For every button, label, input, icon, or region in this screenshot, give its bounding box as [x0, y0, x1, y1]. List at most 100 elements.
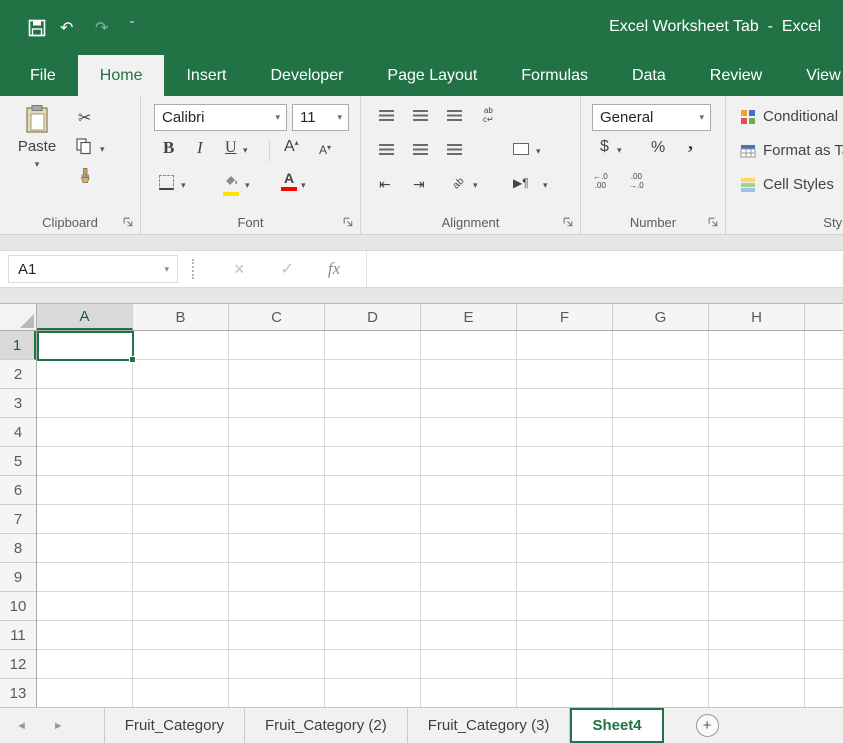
- alignment-dialog-launcher[interactable]: [562, 216, 575, 229]
- column-header-f[interactable]: F: [517, 304, 613, 330]
- fill-color-caret-icon[interactable]: ▾: [245, 180, 250, 191]
- ribbon-tab-file[interactable]: File: [8, 55, 78, 96]
- increase-indent-button[interactable]: ⇥: [413, 176, 425, 193]
- currency-caret-icon[interactable]: ▾: [617, 145, 622, 156]
- align-left-button[interactable]: [379, 144, 394, 155]
- ribbon-tab-developer[interactable]: Developer: [248, 55, 365, 96]
- underline-button[interactable]: U: [225, 139, 237, 157]
- underline-caret-icon[interactable]: ▾: [243, 145, 248, 156]
- redo-button[interactable]: ↷ ▾: [95, 18, 116, 38]
- cell-grid[interactable]: [37, 331, 843, 707]
- merge-center-caret-icon[interactable]: ▾: [536, 146, 541, 157]
- selection-box[interactable]: [37, 331, 134, 361]
- text-direction-button[interactable]: ▶¶: [513, 176, 529, 190]
- row-header-6[interactable]: 6: [0, 476, 36, 505]
- row-header-11[interactable]: 11: [0, 621, 36, 650]
- sheet-tab-fruit-category[interactable]: Fruit_Category: [104, 708, 245, 743]
- row-header-13[interactable]: 13: [0, 679, 36, 707]
- decrease-font-size-button[interactable]: A▾: [319, 141, 331, 159]
- ribbon-tab-data[interactable]: Data: [610, 55, 688, 96]
- cancel-button[interactable]: ×: [234, 259, 245, 280]
- ribbon-tab-view[interactable]: View: [784, 55, 843, 96]
- row-header-8[interactable]: 8: [0, 534, 36, 563]
- formula-input[interactable]: [366, 251, 843, 287]
- column-header-e[interactable]: E: [421, 304, 517, 330]
- format-painter-button[interactable]: [77, 168, 93, 189]
- clipboard-dialog-launcher[interactable]: [122, 216, 135, 229]
- font-color-caret-icon[interactable]: ▾: [301, 180, 306, 191]
- borders-caret-icon[interactable]: ▾: [181, 180, 186, 191]
- borders-button[interactable]: [159, 175, 174, 190]
- row-header-3[interactable]: 3: [0, 389, 36, 418]
- column-header-partial[interactable]: [805, 304, 843, 330]
- customize-qat-button[interactable]: ▾: [130, 21, 135, 35]
- decrease-decimal-button[interactable]: .00 →.0: [629, 172, 644, 190]
- align-right-button[interactable]: [447, 144, 462, 155]
- number-dialog-launcher[interactable]: [707, 216, 720, 229]
- text-direction-caret-icon[interactable]: ▾: [543, 180, 548, 191]
- decrease-indent-button[interactable]: ⇤: [379, 176, 391, 193]
- ribbon-tab-formulas[interactable]: Formulas: [499, 55, 610, 96]
- font-dialog-launcher[interactable]: [342, 216, 355, 229]
- row-header-2[interactable]: 2: [0, 360, 36, 389]
- fill-color-button[interactable]: [223, 173, 239, 196]
- font-name-combo[interactable]: Calibri ▾: [154, 104, 287, 131]
- comma-style-button[interactable]: ,: [688, 132, 693, 155]
- name-box-caret-icon[interactable]: ▾: [164, 264, 177, 275]
- insert-function-button[interactable]: fx: [328, 259, 340, 279]
- orientation-caret-icon[interactable]: ▾: [473, 180, 478, 191]
- sheet-tab-sheet4[interactable]: Sheet4: [570, 708, 663, 743]
- merge-center-button[interactable]: [513, 143, 529, 155]
- bold-button[interactable]: B: [163, 138, 174, 158]
- font-size-combo[interactable]: 11 ▾: [292, 104, 349, 131]
- column-header-d[interactable]: D: [325, 304, 421, 330]
- row-header-7[interactable]: 7: [0, 505, 36, 534]
- paste-button[interactable]: Paste ▾: [10, 104, 64, 170]
- middle-align-button[interactable]: [413, 110, 428, 121]
- ribbon-tab-page-layout[interactable]: Page Layout: [365, 55, 499, 96]
- enter-button[interactable]: ✓: [281, 259, 294, 279]
- sheet-tab-fruit-category-2[interactable]: Fruit_Category (2): [245, 708, 408, 743]
- column-header-b[interactable]: B: [133, 304, 229, 330]
- italic-button[interactable]: I: [197, 138, 203, 158]
- undo-caret-icon[interactable]: ▾: [76, 22, 81, 33]
- sheet-tab-fruit-category-3[interactable]: Fruit_Category (3): [408, 708, 571, 743]
- column-header-a[interactable]: A: [37, 304, 133, 330]
- font-color-button[interactable]: A: [281, 171, 297, 191]
- cell-styles-button[interactable]: Cell Styles: [740, 176, 834, 193]
- conditional-formatting-button[interactable]: Conditional Formatting: [740, 108, 843, 125]
- percent-style-button[interactable]: %: [651, 139, 665, 157]
- row-header-9[interactable]: 9: [0, 563, 36, 592]
- ribbon-tab-insert[interactable]: Insert: [164, 55, 248, 96]
- bottom-align-button[interactable]: [447, 110, 462, 121]
- new-sheet-button[interactable]: +: [696, 714, 719, 737]
- select-all-corner[interactable]: [0, 304, 37, 331]
- column-header-c[interactable]: C: [229, 304, 325, 330]
- ribbon-tab-review[interactable]: Review: [688, 55, 784, 96]
- row-header-1[interactable]: 1: [0, 331, 36, 360]
- number-format-combo[interactable]: General ▾: [592, 104, 711, 131]
- currency-button[interactable]: $: [600, 138, 609, 156]
- wrap-text-button[interactable]: ab c↵: [483, 106, 494, 124]
- column-header-g[interactable]: G: [613, 304, 709, 330]
- increase-decimal-button[interactable]: ←.0 .00: [593, 172, 608, 190]
- fill-handle[interactable]: [129, 356, 136, 363]
- column-header-h[interactable]: H: [709, 304, 805, 330]
- cut-button[interactable]: ✂: [78, 108, 91, 128]
- previous-sheet-icon[interactable]: ◄: [16, 720, 27, 732]
- top-align-button[interactable]: [379, 110, 394, 121]
- orientation-button[interactable]: ab: [451, 176, 467, 192]
- increase-font-size-button[interactable]: A▴: [284, 138, 299, 156]
- center-button[interactable]: [413, 144, 428, 155]
- name-box[interactable]: A1 ▾: [8, 255, 178, 283]
- save-icon[interactable]: [28, 19, 46, 37]
- row-header-12[interactable]: 12: [0, 650, 36, 679]
- copy-button[interactable]: [76, 138, 92, 160]
- row-header-5[interactable]: 5: [0, 447, 36, 476]
- next-sheet-icon[interactable]: ►: [53, 720, 64, 732]
- copy-caret-icon[interactable]: ▾: [100, 144, 105, 155]
- row-header-10[interactable]: 10: [0, 592, 36, 621]
- formula-bar-resize-handle[interactable]: [192, 259, 194, 279]
- format-as-table-button[interactable]: Format as Table: [740, 142, 843, 159]
- undo-button[interactable]: ↶ ▾: [60, 18, 81, 38]
